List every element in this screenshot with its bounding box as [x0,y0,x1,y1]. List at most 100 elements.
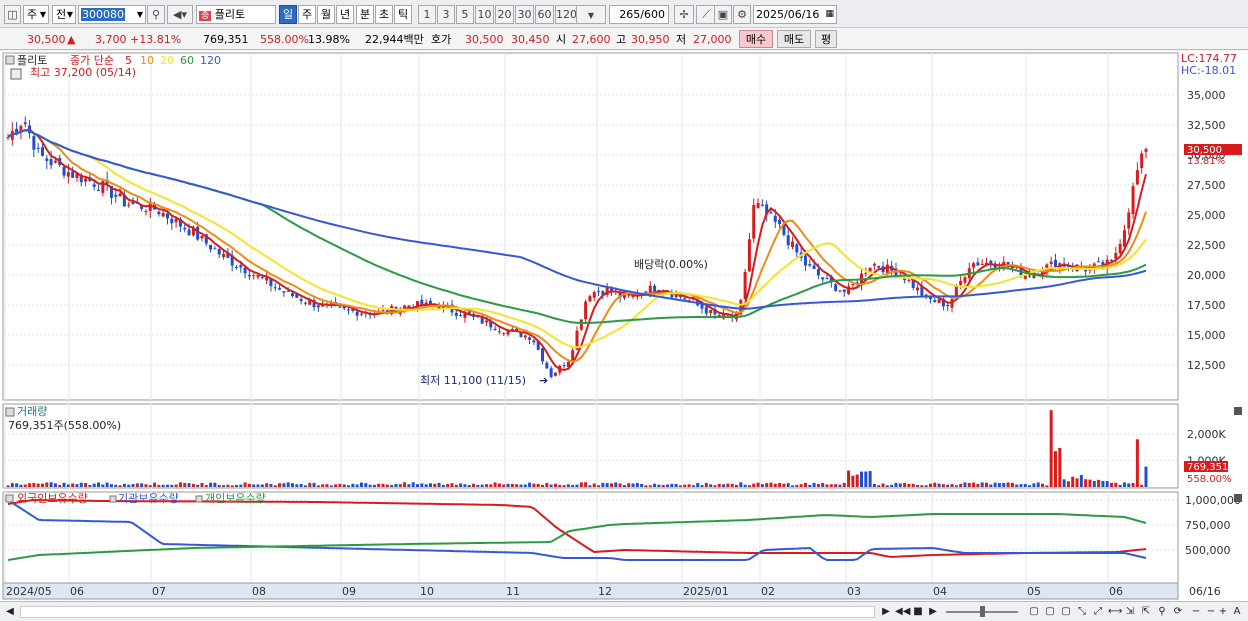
volume-bar [730,483,734,487]
tick-count-button-5[interactable]: 5 [456,5,474,24]
rewind-icon[interactable]: ◀◀ [895,605,910,619]
period-tab-4[interactable]: 분 [356,5,374,24]
volume-bar [450,483,454,487]
candle-body [222,254,226,257]
candle-body [291,293,294,297]
candle-body [877,265,881,268]
bottom-scrollbar[interactable]: ◀ ▶ ◀◀ ■ ▶ ▢ ▢ ▢ ⤡ ⤢ ⟷ ⇲ ⇱ ⚲ ⟳ − − + A [0,601,1248,621]
tick-count-button-3[interactable]: 3 [437,5,455,24]
volume-bar [355,484,359,487]
period-tab-5[interactable]: 초 [375,5,393,24]
font-size-icon[interactable]: A [1230,605,1244,619]
date-input[interactable]: 2025/06/16 ▦ [753,5,837,24]
close-icon[interactable] [1234,407,1242,415]
period-tab-3[interactable]: 년 [336,5,354,24]
volume-bar [286,482,290,487]
volume-bar [66,484,70,487]
tick-count-button-120[interactable]: 120 [555,5,577,24]
x-axis-label: 02 [761,585,775,598]
volume-bar [678,485,682,487]
stop-icon[interactable]: ■ [912,605,924,619]
volume-bar [571,484,575,487]
tool-icon[interactable]: ⇱ [1140,605,1152,619]
volume-bar [722,484,726,487]
sell-button[interactable]: 매도 [777,30,811,48]
play-icon[interactable]: ▶ [927,605,939,619]
tool-icon[interactable]: ⇲ [1124,605,1136,619]
volume-bar [239,484,243,487]
minus-icon[interactable]: − [1205,605,1217,619]
stock-chart[interactable]: 35,00032,50030,00027,50025,00022,50020,0… [0,51,1248,601]
volume-bar [312,482,316,487]
tick-count-button-60[interactable]: 60 [535,5,554,24]
eval-button[interactable]: 평 [815,30,837,48]
buy-button[interactable]: 매수 [739,30,773,48]
ask-label: 호가 [431,33,452,46]
tick-count-button-1[interactable]: 1 [418,5,436,24]
trade-value: 22,944백만 [365,33,424,46]
volume-bar [704,482,708,487]
holding-pane[interactable] [2,491,1179,584]
crosshair-icon[interactable]: ✢ [674,5,694,24]
candle-body [127,204,131,206]
prev-select[interactable]: 전 ▼ [52,5,76,24]
volume-bar [687,484,691,487]
turnover-rate: 13.98% [308,33,350,46]
period-tab-0[interactable]: 일 [279,5,297,24]
gear-icon[interactable]: ⚙ [733,5,751,24]
close-icon[interactable] [1234,494,1242,502]
candle-body [842,289,846,292]
chart-area[interactable]: 35,000 32,500 30,000 27,500 25,000 22,500 20,0… [0,51,1248,601]
pane-toggle-icon[interactable] [5,55,15,65]
candle-body [381,310,385,312]
candle-body [239,265,243,268]
tool-icon[interactable]: ⟳ [1172,605,1184,619]
tick-count-button-20[interactable]: 20 [495,5,514,24]
price-tick-label: 25,000 [1187,209,1226,222]
stock-code-input[interactable]: 300080 ▼ [78,5,146,24]
window-icon[interactable]: ▢ [1060,605,1072,619]
pane-toggle-icon[interactable] [5,494,14,503]
tick-count-button-30[interactable]: 30 [515,5,534,24]
candle-body [868,267,872,272]
market-select[interactable]: 주 ▼ [23,5,49,24]
pane-toggle-icon[interactable] [5,407,15,417]
scroll-right-icon[interactable]: ▶ [880,605,892,619]
search-icon[interactable]: ⚲ [147,5,165,24]
volume-bar [622,485,626,487]
volume-bar [230,485,234,487]
minus-icon[interactable]: − [1190,605,1202,619]
calendar-icon[interactable] [10,68,22,80]
trend-tool-icon[interactable]: ⟋ [696,5,716,24]
tool-icon[interactable]: ⟷ [1108,605,1122,619]
stock-name-field[interactable]: 종 플리토 [196,5,276,24]
period-tab-6[interactable]: 틱 [394,5,412,24]
volume-pane[interactable] [2,403,1179,489]
volume-bar [666,484,670,487]
tool-icon[interactable]: ⤢ [1092,605,1104,619]
volume-bar [541,484,545,487]
volume-bar [390,484,394,487]
volume-bar [894,482,898,487]
last-volume-pct: 558.00% [1187,474,1232,485]
chart-layout-icon[interactable]: ◫ [4,5,21,24]
window-icon[interactable]: ▢ [1028,605,1040,619]
scroll-left-icon[interactable]: ◀ [4,605,16,619]
save-icon[interactable]: ▣ [714,5,732,24]
tool-icon[interactable]: ⚲ [1156,605,1168,619]
zoom-slider-handle[interactable] [980,606,985,617]
count-select[interactable]: ▼ [576,5,606,24]
volume-bar [778,483,782,487]
period-tab-2[interactable]: 월 [317,5,335,24]
window-icon[interactable]: ▢ [1044,605,1056,619]
volume-bar [696,483,700,487]
speaker-icon[interactable]: ◀▾ [167,5,193,24]
period-tab-1[interactable]: 주 [298,5,316,24]
tick-count-button-10[interactable]: 10 [475,5,494,24]
count-input[interactable]: 265/600 [609,5,669,24]
volume-bar [553,483,557,487]
scroll-track[interactable] [20,606,875,618]
volume-bar [75,484,79,487]
tool-icon[interactable]: ⤡ [1076,605,1088,619]
plus-icon[interactable]: + [1217,605,1229,619]
